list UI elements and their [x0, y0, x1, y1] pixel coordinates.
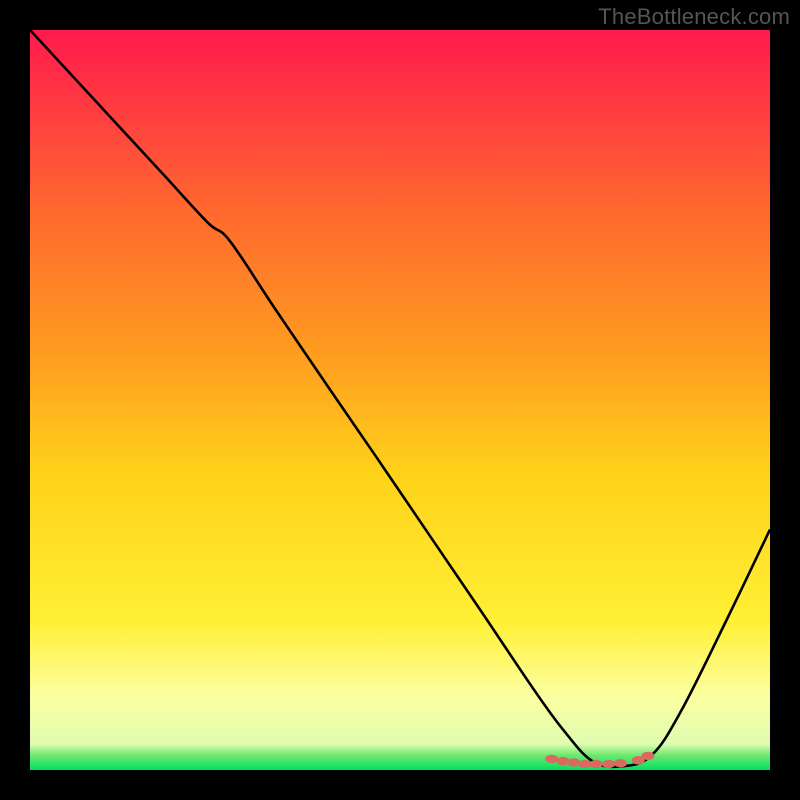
- plot-area: [30, 30, 770, 770]
- marker-dot: [614, 759, 627, 767]
- chart-stage: TheBottleneck.com: [0, 0, 800, 800]
- marker-dot: [567, 758, 580, 766]
- marker-dot: [590, 760, 603, 768]
- marker-dot: [602, 760, 615, 768]
- selected-range-markers: [30, 30, 770, 770]
- marker-dot: [579, 760, 592, 768]
- marker-dot: [545, 755, 558, 763]
- marker-dot: [641, 752, 654, 760]
- marker-dot: [556, 757, 569, 765]
- watermark-text: TheBottleneck.com: [598, 4, 790, 30]
